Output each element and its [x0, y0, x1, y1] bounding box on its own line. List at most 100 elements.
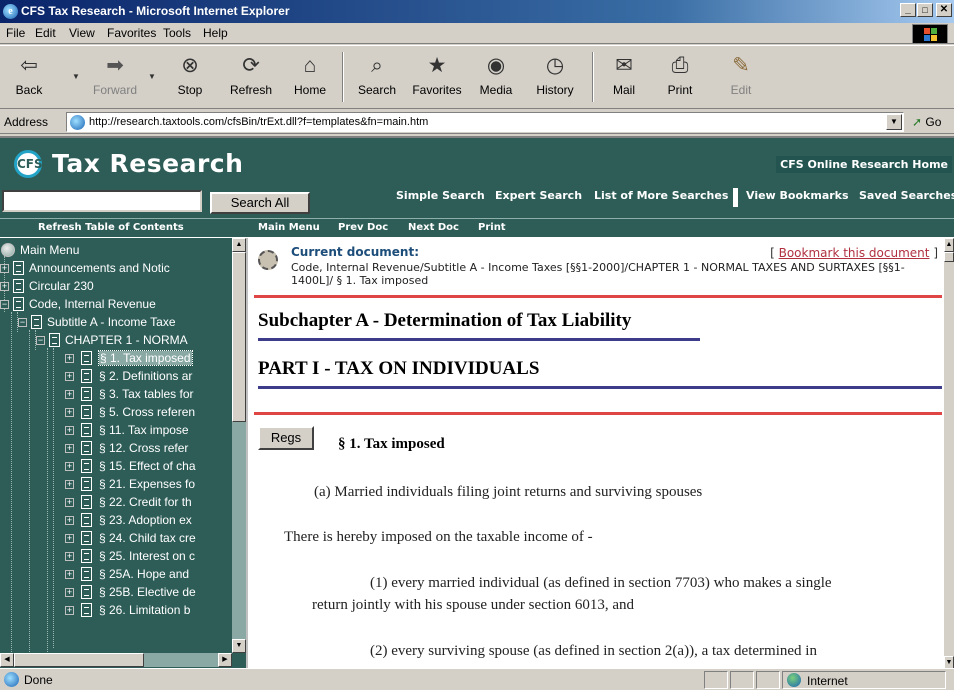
- scroll-down-icon[interactable]: ▼: [944, 656, 954, 668]
- print-label: Print: [667, 83, 693, 97]
- scroll-up-icon[interactable]: ▲: [232, 238, 246, 252]
- expand-icon[interactable]: +: [65, 372, 74, 381]
- status-panel: [704, 671, 728, 689]
- forward-button[interactable]: ➡ Forward: [88, 50, 142, 106]
- history-icon: ◷: [545, 54, 565, 77]
- address-bar: Address http://research.taxtools.com/cfs…: [0, 110, 954, 134]
- mail-button[interactable]: ✉ Mail: [604, 50, 644, 106]
- expand-icon[interactable]: +: [65, 480, 74, 489]
- page-viewport: CFS Tax Research CFS Online Research Hom…: [0, 136, 954, 668]
- subchapter-heading: Subchapter A - Determination of Tax Liab…: [258, 310, 632, 331]
- page-done-icon: [4, 672, 19, 687]
- research-home-link[interactable]: CFS Online Research Home: [776, 156, 952, 173]
- back-button[interactable]: ⇦ Back: [8, 50, 50, 106]
- menu-help[interactable]: Help: [203, 26, 228, 40]
- toc-label: § 1. Tax imposed: [98, 350, 193, 366]
- regs-button[interactable]: Regs: [258, 426, 314, 450]
- expand-icon[interactable]: +: [65, 426, 74, 435]
- print-button[interactable]: ⎙ Print: [662, 50, 698, 106]
- expand-icon[interactable]: +: [65, 516, 74, 525]
- menu-edit[interactable]: Edit: [35, 26, 56, 40]
- expand-icon[interactable]: +: [65, 552, 74, 561]
- expand-icon[interactable]: +: [65, 444, 74, 453]
- scroll-thumb[interactable]: [14, 653, 144, 667]
- expand-icon[interactable]: +: [0, 264, 9, 273]
- menu-file[interactable]: File: [6, 26, 25, 40]
- maximize-button[interactable]: □: [917, 3, 933, 17]
- status-bar: Done Internet: [0, 668, 954, 690]
- bookmark-link[interactable]: Bookmark this document: [779, 246, 930, 260]
- media-button[interactable]: ◉ Media: [474, 50, 518, 106]
- toc-horizontal-scrollbar[interactable]: ◀ ▶: [0, 653, 232, 667]
- page-icon: [81, 405, 92, 419]
- back-dropdown-icon[interactable]: ▼: [72, 72, 80, 81]
- title-bar[interactable]: e CFS Tax Research - Microsoft Internet …: [0, 0, 954, 23]
- refresh-label: Refresh: [229, 83, 273, 97]
- favorites-button[interactable]: ★ Favorites: [408, 50, 466, 106]
- minimize-button[interactable]: _: [900, 3, 916, 17]
- expand-icon[interactable]: +: [0, 282, 9, 291]
- globe-icon: [1, 243, 15, 257]
- menu-view[interactable]: View: [69, 26, 95, 40]
- prev-doc-link[interactable]: Prev Doc: [338, 222, 388, 233]
- expand-icon[interactable]: +: [65, 606, 74, 615]
- search-label: Search: [357, 83, 397, 97]
- scroll-left-icon[interactable]: ◀: [0, 653, 14, 667]
- scroll-down-icon[interactable]: ▼: [232, 639, 246, 653]
- expand-icon[interactable]: +: [65, 498, 74, 507]
- status-panel: [730, 671, 754, 689]
- toc-label: § 12. Cross refer: [99, 441, 189, 455]
- main-menu-link[interactable]: Main Menu: [258, 222, 320, 233]
- address-dropdown-icon[interactable]: ▼: [886, 114, 902, 130]
- document-vertical-scrollbar[interactable]: ▲ ▼: [944, 238, 954, 668]
- expand-icon[interactable]: +: [65, 588, 74, 597]
- brand-title: Tax Research: [52, 149, 244, 178]
- security-zone-panel: Internet: [782, 671, 946, 689]
- search-all-button[interactable]: Search All: [210, 192, 310, 214]
- expand-icon[interactable]: +: [65, 408, 74, 417]
- collapse-icon[interactable]: −: [18, 318, 27, 327]
- refresh-toc-link[interactable]: Refresh Table of Contents: [38, 222, 184, 233]
- document-path-link[interactable]: Code, Internal Revenue/Subtitle A - Inco…: [291, 261, 941, 287]
- expand-icon[interactable]: +: [65, 354, 74, 363]
- toc-label: CHAPTER 1 - NORMA: [65, 333, 188, 347]
- view-bookmarks-link[interactable]: View Bookmarks: [746, 189, 849, 202]
- scroll-thumb[interactable]: [944, 252, 954, 262]
- scroll-right-icon[interactable]: ▶: [218, 653, 232, 667]
- forward-dropdown-icon[interactable]: ▼: [148, 72, 156, 81]
- edit-label: Edit: [730, 83, 752, 97]
- next-doc-link[interactable]: Next Doc: [408, 222, 459, 233]
- page-icon: [81, 513, 92, 527]
- toc-label: § 11. Tax impose: [99, 423, 189, 437]
- history-button[interactable]: ◷ History: [530, 50, 580, 106]
- menu-tools[interactable]: Tools: [163, 26, 191, 40]
- edit-button[interactable]: ✎ Edit: [724, 50, 758, 106]
- expand-icon[interactable]: +: [65, 462, 74, 471]
- scroll-up-icon[interactable]: ▲: [944, 238, 954, 252]
- stop-button[interactable]: ⊗ Stop: [170, 50, 210, 106]
- simple-search-link[interactable]: Simple Search: [396, 189, 485, 202]
- expand-icon[interactable]: +: [65, 390, 74, 399]
- collapse-icon[interactable]: −: [0, 300, 9, 309]
- home-button[interactable]: ⌂ Home: [290, 50, 330, 106]
- refresh-button[interactable]: ⟳ Refresh: [226, 50, 276, 106]
- search-button[interactable]: ⌕ Search: [354, 50, 400, 106]
- bracket: [: [770, 246, 775, 260]
- close-button[interactable]: ✕: [936, 3, 952, 17]
- search-icon: ⌕: [371, 54, 383, 77]
- toc-vertical-scrollbar[interactable]: ▲ ▼: [232, 238, 246, 653]
- address-input[interactable]: http://research.taxtools.com/cfsBin/trEx…: [66, 112, 904, 132]
- saved-searches-link[interactable]: Saved Searches: [859, 189, 954, 202]
- menu-favorites[interactable]: Favorites: [107, 26, 156, 40]
- search-input[interactable]: [2, 190, 202, 212]
- expand-icon[interactable]: +: [65, 534, 74, 543]
- scroll-thumb[interactable]: [232, 252, 246, 422]
- go-button[interactable]: ➚ Go: [912, 115, 941, 129]
- collapse-icon[interactable]: −: [36, 336, 45, 345]
- print-link[interactable]: Print: [478, 222, 506, 233]
- expert-search-link[interactable]: Expert Search: [495, 189, 582, 202]
- page-icon: [81, 585, 92, 599]
- refresh-icon: ⟳: [242, 54, 260, 77]
- expand-icon[interactable]: +: [65, 570, 74, 579]
- more-searches-link[interactable]: List of More Searches: [594, 189, 728, 202]
